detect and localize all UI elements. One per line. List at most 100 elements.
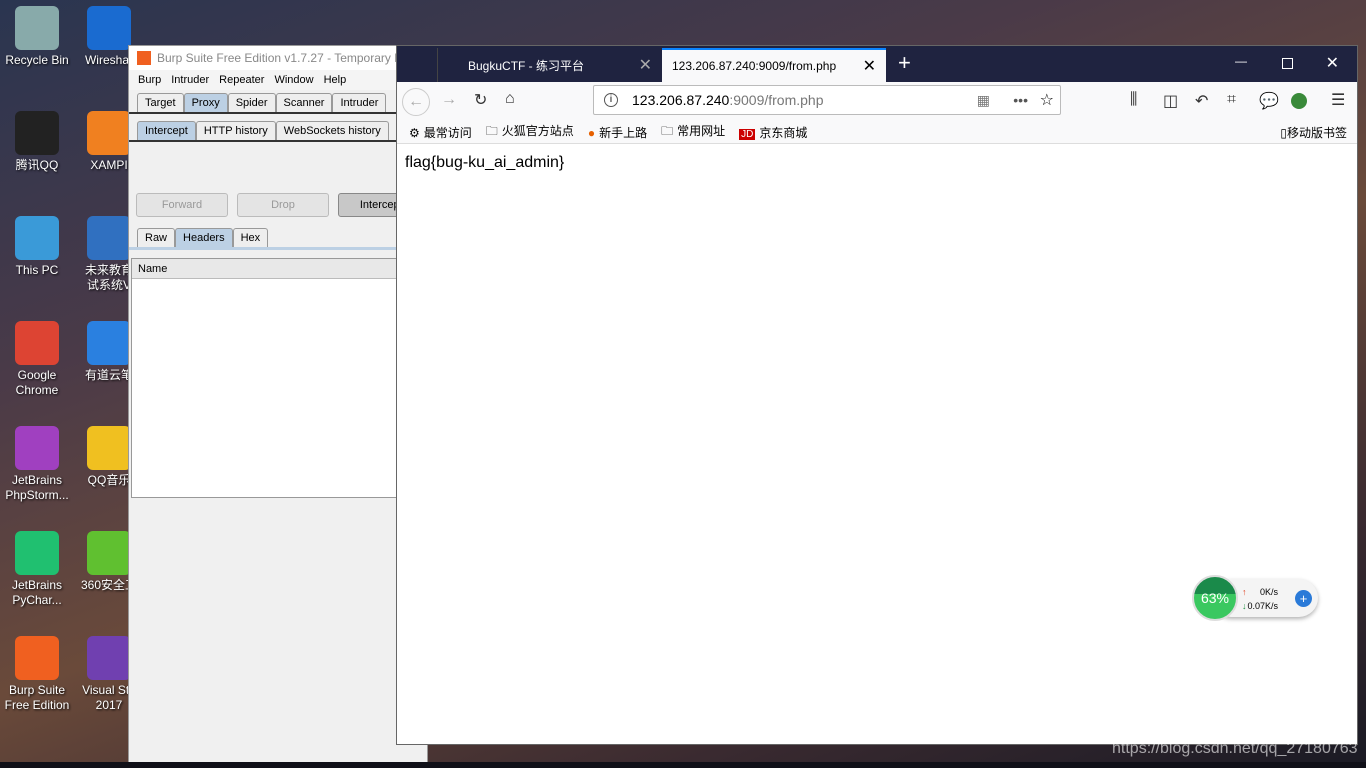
- mobile-bookmarks-label: 移动版书签: [1286, 126, 1347, 140]
- bookmark-item[interactable]: JD 京东商城: [739, 124, 807, 141]
- desktop-icon[interactable]: JetBrains PyChar...: [2, 531, 72, 608]
- qr-code-icon[interactable]: ▦: [977, 92, 990, 109]
- drop-button[interactable]: Drop: [237, 193, 329, 217]
- url-bar[interactable]: i 123.206.87.240:9009/from.php ▦ ••• ☆: [593, 85, 1061, 115]
- desktop-icon[interactable]: This PC: [2, 216, 72, 278]
- app-icon: [87, 426, 131, 470]
- bookmarks-toolbar: ⚙ 最常访问 🗀 火狐官方站点 ● 新手上路 🗀 常用网址 JD 京东商城: [397, 122, 1357, 144]
- app-icon: [15, 111, 59, 155]
- library-icon[interactable]: ⫼: [1130, 91, 1137, 109]
- menu-window[interactable]: Window: [274, 74, 313, 86]
- tab-from-php[interactable]: 123.206.87.240:9009/from.php ✕: [662, 48, 886, 82]
- burp-logo-icon: [137, 51, 151, 65]
- menu-repeater[interactable]: Repeater: [219, 74, 264, 86]
- burp-view-tabs: Raw Headers Hex: [129, 226, 429, 250]
- bookmark-label: 最常访问: [423, 126, 472, 140]
- headers-table: Name: [131, 258, 427, 498]
- home-icon[interactable]: ⌂: [505, 90, 515, 108]
- back-icon[interactable]: ←: [402, 88, 430, 116]
- desktop-icon-label: Wireshar: [84, 53, 133, 67]
- close-tab-icon[interactable]: ✕: [639, 55, 652, 75]
- tab-bugku[interactable]: BugkuCTF - 练习平台 ✕: [437, 48, 662, 82]
- info-icon[interactable]: i: [604, 93, 618, 107]
- tab-spider[interactable]: Spider: [227, 93, 276, 112]
- bookmark-label: 常用网址: [677, 124, 726, 138]
- crop-icon[interactable]: ⌗: [1227, 91, 1236, 109]
- bookmark-item[interactable]: ● 新手上路: [588, 124, 647, 141]
- burp-window: Burp Suite Free Edition v1.7.27 - Tempor…: [128, 45, 430, 768]
- desktop-icon[interactable]: Google Chrome: [2, 321, 72, 398]
- mobile-bookmarks[interactable]: ▯移动版书签: [1280, 124, 1347, 141]
- maximize-icon[interactable]: [1282, 58, 1293, 69]
- column-header-name[interactable]: Name: [132, 259, 426, 279]
- burp-proxy-tabs: Intercept HTTP history WebSockets history: [129, 118, 427, 142]
- app-icon: [87, 6, 131, 50]
- desktop-icon[interactable]: Burp Suite Free Edition: [2, 636, 72, 713]
- folder-icon: 🗀: [661, 124, 674, 138]
- app-icon: [15, 321, 59, 365]
- memory-usage-ball[interactable]: 63%: [1192, 575, 1238, 621]
- subtab-intercept[interactable]: Intercept: [137, 121, 196, 140]
- close-window-icon[interactable]: ✕: [1326, 53, 1339, 73]
- menu-icon[interactable]: ☰: [1331, 90, 1345, 110]
- tab-target[interactable]: Target: [137, 93, 184, 112]
- tab-intruder[interactable]: Intruder: [332, 93, 387, 112]
- close-tab-icon[interactable]: ✕: [863, 56, 876, 76]
- minimize-icon[interactable]: —: [1235, 54, 1247, 68]
- desktop-icon-label: JetBrains PyChar...: [11, 578, 63, 607]
- forward-button[interactable]: Forward: [136, 193, 228, 217]
- burp-title: Burp Suite Free Edition v1.7.27 - Tempor…: [157, 51, 407, 65]
- app-icon: [87, 321, 131, 365]
- tab-proxy[interactable]: Proxy: [183, 93, 228, 112]
- viewtab-raw[interactable]: Raw: [137, 228, 176, 247]
- url-path: :9009/from.php: [729, 92, 824, 108]
- download-speed: 0.07K/s: [1247, 601, 1278, 611]
- tab-label: BugkuCTF - 练习平台: [468, 58, 585, 73]
- app-icon: [15, 426, 59, 470]
- sidebar-icon[interactable]: ◫: [1163, 91, 1178, 111]
- tab-scanner[interactable]: Scanner: [275, 93, 333, 112]
- menu-burp[interactable]: Burp: [138, 74, 161, 86]
- new-tab-icon[interactable]: +: [898, 50, 911, 76]
- app-icon: [87, 636, 131, 680]
- menu-intruder[interactable]: Intruder: [171, 74, 209, 86]
- chat-icon[interactable]: 💬: [1259, 91, 1279, 111]
- upload-speed: 0K/s: [1259, 587, 1278, 597]
- viewtab-hex[interactable]: Hex: [232, 228, 269, 247]
- upload-arrow-icon: ↑: [1242, 587, 1247, 597]
- gear-icon: ⚙: [409, 126, 420, 140]
- accelerate-button[interactable]: +: [1295, 590, 1312, 607]
- bookmark-label: 火狐官方站点: [501, 124, 574, 138]
- bookmark-item[interactable]: 🗀 常用网址: [661, 122, 725, 143]
- page-content: flag{bug-ku_ai_admin}: [405, 154, 565, 171]
- desktop-icon[interactable]: 腾讯QQ: [2, 111, 72, 173]
- burp-menubar: Burp Intruder Repeater Window Help: [129, 70, 427, 90]
- app-icon: [15, 531, 59, 575]
- bookmark-item[interactable]: 🗀 火狐官方站点: [486, 122, 574, 143]
- app-icon: [87, 531, 131, 575]
- network-speed-widget[interactable]: ↑ 0K/s ↓ 0.07K/s + 63%: [1192, 575, 1318, 621]
- watermark: https://blog.csdn.net/qq_27180763: [1112, 740, 1358, 757]
- undo-icon[interactable]: ↶: [1195, 91, 1208, 111]
- folder-icon: 🗀: [485, 124, 498, 138]
- viewtab-headers[interactable]: Headers: [175, 228, 233, 247]
- desktop-icon-label: Google Chrome: [15, 368, 59, 397]
- extension-icon[interactable]: [1291, 93, 1307, 109]
- menu-help[interactable]: Help: [324, 74, 347, 86]
- app-icon: [15, 636, 59, 680]
- url-host: 123.206.87.240: [632, 92, 730, 108]
- forward-icon[interactable]: →: [441, 91, 457, 109]
- taskbar: [0, 762, 1366, 768]
- burp-titlebar: Burp Suite Free Edition v1.7.27 - Tempor…: [129, 46, 427, 70]
- desktop-icon-label: Recycle Bin: [5, 53, 69, 67]
- subtab-websockets-history[interactable]: WebSockets history: [275, 121, 389, 140]
- desktop-icon[interactable]: Recycle Bin: [2, 6, 72, 68]
- desktop-icon[interactable]: JetBrains PhpStorm...: [2, 426, 72, 503]
- bookmark-item[interactable]: ⚙ 最常访问: [409, 124, 472, 141]
- tab-label: 123.206.87.240:9009/from.php: [672, 59, 837, 73]
- desktop-icon-label: 未来教育 试系统V: [84, 263, 133, 292]
- page-actions-icon[interactable]: •••: [1013, 92, 1028, 108]
- subtab-http-history[interactable]: HTTP history: [195, 121, 276, 140]
- bookmark-star-icon[interactable]: ☆: [1040, 90, 1054, 110]
- reload-icon[interactable]: ↻: [474, 90, 487, 110]
